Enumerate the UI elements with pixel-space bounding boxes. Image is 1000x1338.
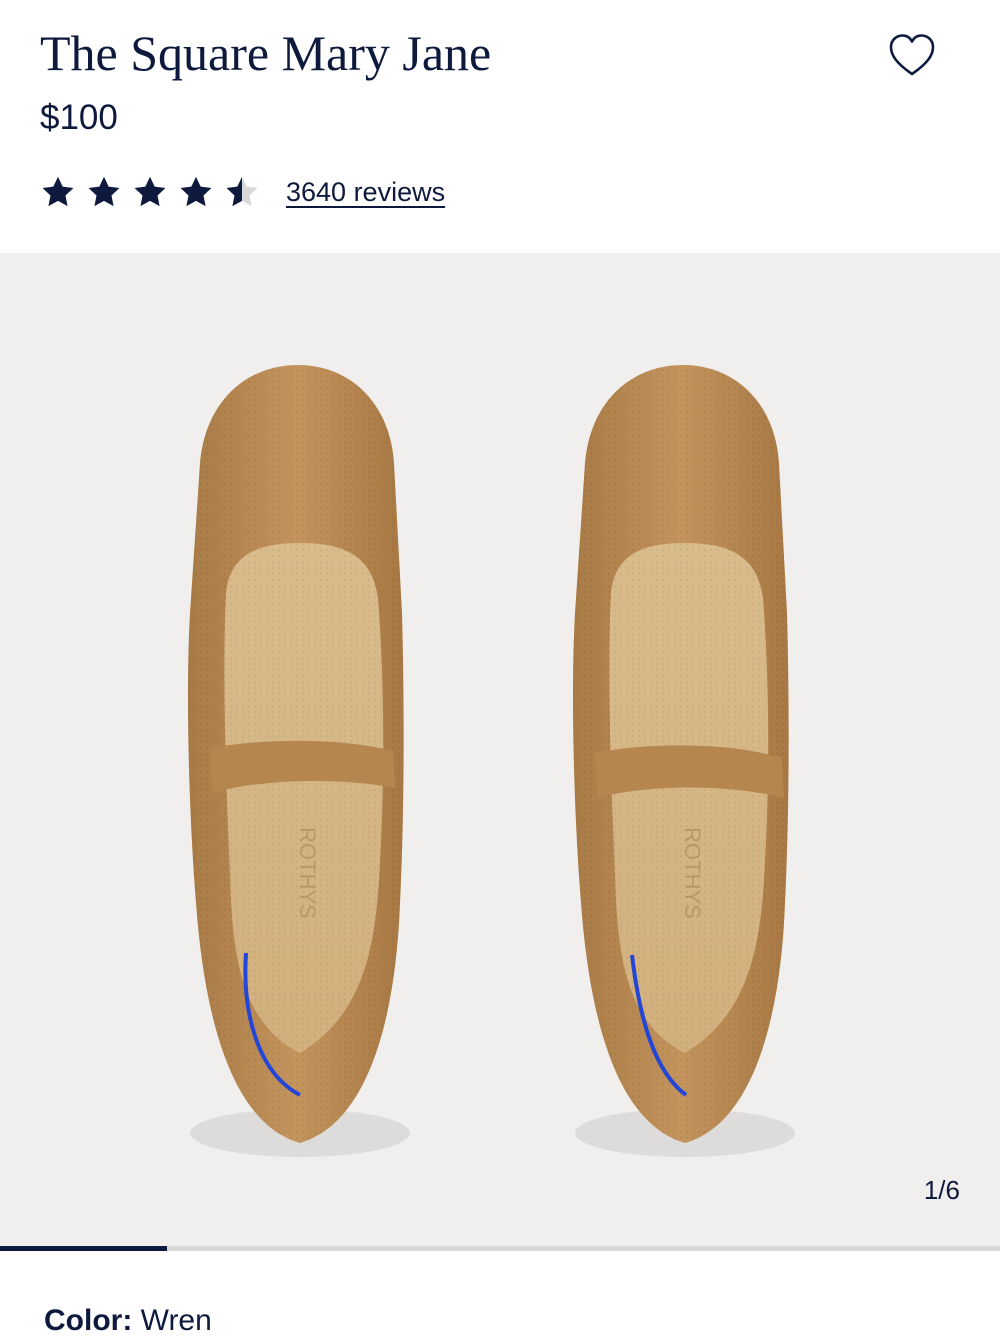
star-icon [42,176,74,207]
product-price: $100 [40,98,118,137]
product-image[interactable]: ROTHYS ROTHYS [0,253,1000,1250]
reviews-link[interactable]: 3640 reviews [286,177,445,208]
right-shoe: ROTHYS [573,365,795,1157]
star-icon [180,176,212,207]
image-counter: 1/6 [923,1175,960,1205]
star-rating[interactable] [40,174,270,210]
half-star-icon [226,176,258,207]
star-icon [88,176,120,207]
left-shoe: ROTHYS [188,365,410,1157]
rating-row: 3640 reviews [40,172,445,212]
insole-brand-right: ROTHYS [680,827,705,919]
gallery-progress [0,1246,1000,1251]
insole-brand-left: ROTHYS [295,827,320,919]
product-title: The Square Mary Jane [40,25,492,81]
color-value: Wren [140,1304,212,1337]
product-header: The Square Mary Jane $100 3640 reviews [0,0,1000,253]
star-icon [134,176,166,207]
heart-outline-icon[interactable] [886,30,938,82]
gallery-progress-fill [0,1246,167,1251]
product-gallery[interactable]: ROTHYS ROTHYS 1/6 [0,253,1000,1250]
color-label: Color: [44,1304,133,1337]
